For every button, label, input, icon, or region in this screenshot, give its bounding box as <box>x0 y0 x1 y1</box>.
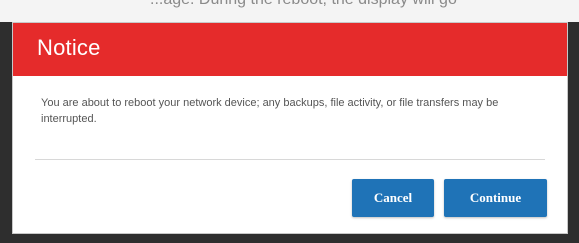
dialog-divider <box>35 159 545 160</box>
dialog-message: You are about to reboot your network dev… <box>41 97 499 125</box>
notice-dialog: Notice You are about to reboot your netw… <box>12 22 568 234</box>
background-page-text: ...age. During the reboot, the display w… <box>150 0 457 9</box>
dialog-header: Notice <box>13 23 567 76</box>
cancel-button[interactable]: Cancel <box>352 179 434 217</box>
continue-button[interactable]: Continue <box>444 179 547 217</box>
dialog-title: Notice <box>37 35 101 60</box>
background-page-strip: ...age. During the reboot, the display w… <box>0 0 579 22</box>
